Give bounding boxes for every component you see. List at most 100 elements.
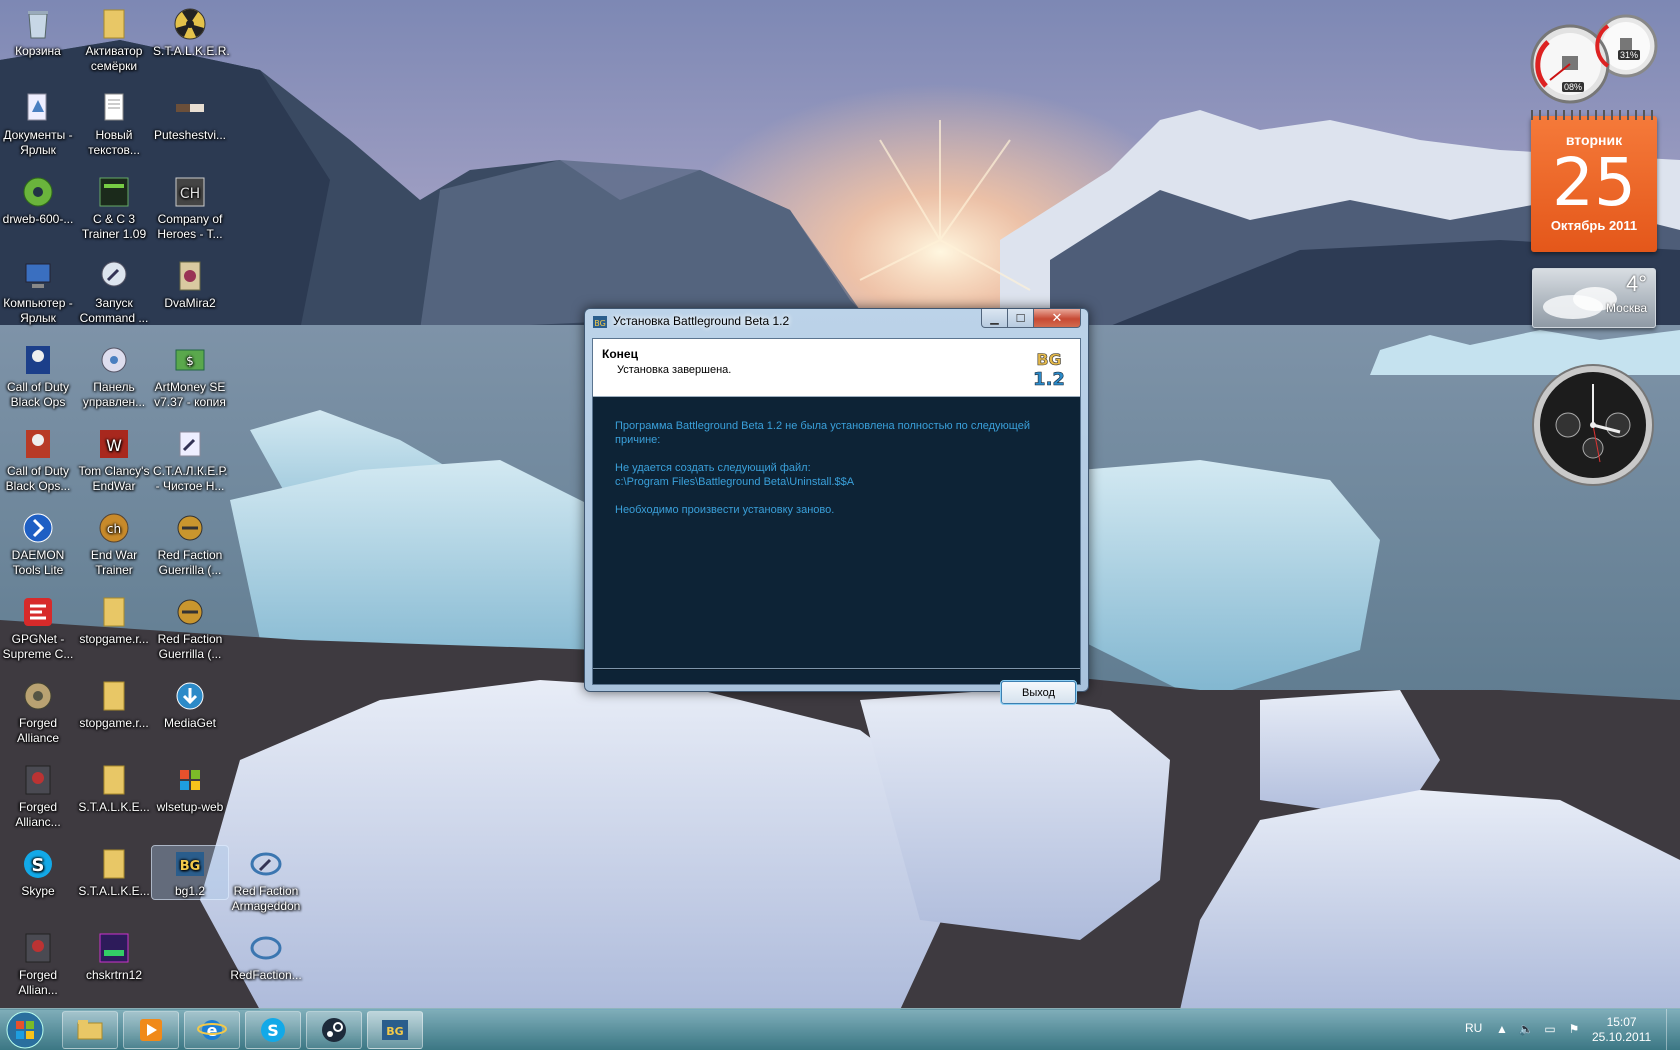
desktop-icon-documents[interactable]: Документы - Ярлык	[0, 90, 76, 158]
desktop-icon-red-faction-guerrilla-2[interactable]: Red Faction Guerrilla (...	[152, 594, 228, 662]
desktop-icon-label: Запуск Command ...	[79, 296, 149, 325]
desktop-icon-stopgame-1[interactable]: stopgame.r...	[76, 594, 152, 647]
trainer-icon: ch	[96, 510, 132, 546]
system-tray: ▲ 🔈 ▭ ⚑	[1494, 1021, 1582, 1050]
clock-time: 15:07	[1606, 1015, 1637, 1029]
forged-alliance-icon	[20, 678, 56, 714]
desktop-icon-endwar[interactable]: W Tom Clancy's EndWar	[76, 426, 152, 494]
desktop-icon-label: drweb-600-...	[2, 212, 74, 226]
desktop-icon-mediaget[interactable]: MediaGet	[152, 678, 228, 731]
desktop-icon-dvamira[interactable]: DvaMira2	[152, 258, 228, 311]
taskbar-internet-explorer[interactable]: e	[184, 1011, 240, 1049]
desktop-icon-forged-alliance[interactable]: Forged Alliance	[0, 678, 76, 746]
desktop-icon-red-faction-guerrilla[interactable]: Red Faction Guerrilla (...	[152, 510, 228, 578]
desktop-icon-new-text[interactable]: Новый текстов...	[76, 90, 152, 158]
taskbar-skype[interactable]: S	[245, 1011, 301, 1049]
taskbar-bg-installer[interactable]: BG	[367, 1011, 423, 1049]
desktop-icon-label: Company of Heroes - T...	[157, 212, 223, 241]
desktop-icon-label: S.T.A.L.K.E...	[78, 884, 150, 898]
dialog-titlebar[interactable]: BG Установка Battleground Beta 1.2 ▁ ☐ ✕	[585, 309, 1088, 335]
desktop-icon-recycle-bin[interactable]: Корзина	[0, 6, 76, 59]
red-faction-icon	[248, 846, 284, 882]
exit-button[interactable]: Выход	[1000, 680, 1077, 705]
skype-icon: S	[261, 1018, 285, 1042]
desktop-icon-stopgame-2[interactable]: stopgame.r...	[76, 678, 152, 731]
show-desktop-button[interactable]	[1666, 1009, 1680, 1050]
volume-icon[interactable]: 🔈	[1518, 1021, 1534, 1037]
desktop-icon-label: Tom Clancy's EndWar	[78, 464, 150, 493]
desktop-icon-skype[interactable]: S Skype	[0, 846, 76, 899]
desktop-icon-company-of-heroes[interactable]: CH Company of Heroes - T...	[152, 174, 228, 242]
drweb-spider-icon	[20, 174, 56, 210]
desktop-icon-label: ArtMoney SE v7.37 - копия	[154, 380, 226, 409]
taskbar-steam[interactable]	[306, 1011, 362, 1049]
desktop-icon-stalker-folder-2[interactable]: S.T.A.L.K.E...	[76, 846, 152, 899]
installer-dialog[interactable]: BG Установка Battleground Beta 1.2 ▁ ☐ ✕…	[584, 308, 1089, 705]
forged-alliance-icon	[20, 762, 56, 798]
desktop-icon-endwar-trainer[interactable]: ch End War Trainer	[76, 510, 152, 578]
dialog-header: Конец Установка завершена. BG 1.2	[593, 339, 1080, 397]
calendar-gadget[interactable]: вторник 25 Октябрь 2011	[1531, 110, 1657, 252]
svg-text:S: S	[267, 1021, 279, 1040]
game-icon	[172, 258, 208, 294]
desktop-icon-cod-black-ops[interactable]: Call of Duty Black Ops	[0, 342, 76, 410]
svg-text:CH: CH	[180, 186, 200, 202]
weather-temperature: 4°	[1625, 271, 1647, 296]
language-indicator[interactable]: RU	[1465, 1021, 1482, 1050]
desktop-icon-redfaction[interactable]: RedFaction...	[228, 930, 304, 983]
desktop-icon-bg12[interactable]: BG bg1.2	[151, 845, 229, 900]
desktop-icon-wlsetup[interactable]: wlsetup-web	[152, 762, 228, 815]
desktop-icon-artmoney[interactable]: $ ArtMoney SE v7.37 - копия	[152, 342, 228, 410]
dialog-message: Программа Battleground Beta 1.2 не была …	[615, 419, 1055, 531]
desktop-icon-cod-black-ops-2[interactable]: Call of Duty Black Ops...	[0, 426, 76, 494]
desktop-icon-computer[interactable]: Компьютер - Ярлык	[0, 258, 76, 326]
ram-percent: 31%	[1618, 50, 1641, 60]
header-title: Конец	[602, 347, 638, 361]
folder-icon	[77, 1020, 103, 1040]
cpu-percent: 08%	[1562, 82, 1585, 92]
maximize-button[interactable]: ☐	[1007, 309, 1034, 328]
desktop-icon-drweb[interactable]: drweb-600-...	[0, 174, 76, 227]
desktop-icon-label: Панель управлен...	[82, 380, 146, 409]
weather-gadget[interactable]: 4° Москва	[1532, 268, 1656, 328]
close-button[interactable]: ✕	[1033, 309, 1081, 328]
desktop-icon-activator[interactable]: Активатор семёрки	[76, 6, 152, 74]
message-reason: Программа Battleground Beta 1.2 не была …	[615, 420, 1030, 446]
media-player-icon	[140, 1019, 162, 1041]
desktop-icon-stalker-clear-sky[interactable]: С.Т.А.Л.К.Е.Р. - Чистое Н...	[152, 426, 228, 494]
action-center-flag-icon[interactable]: ⚑	[1566, 1021, 1582, 1037]
desktop-icon-forged-alliance-2[interactable]: Forged Allianc...	[0, 762, 76, 830]
desktop-icon-stalker[interactable]: S.T.A.L.K.E.R.	[152, 6, 230, 59]
desktop-icon-control-panel[interactable]: Панель управлен...	[76, 342, 152, 410]
cpu-meter-gadget[interactable]: 08% 31%	[1528, 8, 1678, 104]
minimize-button[interactable]: ▁	[981, 309, 1008, 328]
red-faction-icon	[172, 594, 208, 630]
desktop-icon-launch-command[interactable]: Запуск Command ...	[76, 258, 152, 326]
taskbar-clock[interactable]: 15:07 25.10.2011	[1592, 1015, 1651, 1050]
clock-gadget[interactable]	[1530, 362, 1656, 488]
calendar-day: 25	[1552, 144, 1636, 221]
desktop-icon-label: RedFaction...	[230, 968, 302, 982]
desktop-icon-stalker-folder-1[interactable]: S.T.A.L.K.E...	[76, 762, 152, 815]
taskbar-explorer[interactable]	[62, 1011, 118, 1049]
svg-text:BG: BG	[1036, 350, 1061, 369]
desktop-icon-daemon-tools[interactable]: DAEMON Tools Lite	[0, 510, 76, 578]
desktop-icon-label: Документы - Ярлык	[3, 128, 73, 157]
desktop-icon-gpgnet[interactable]: GPGNet - Supreme C...	[0, 594, 76, 662]
minimize-icon: ▁	[990, 312, 999, 325]
dialog-title: Установка Battleground Beta 1.2	[613, 314, 790, 328]
desktop-icon-forged-alliance-3[interactable]: Forged Allian...	[0, 930, 76, 998]
taskbar-media-player[interactable]	[123, 1011, 179, 1049]
folder-icon	[96, 594, 132, 630]
desktop-icon-label: Call of Duty Black Ops...	[5, 464, 71, 493]
desktop-icon-label: Red Faction Guerrilla (...	[157, 548, 223, 577]
close-icon: ✕	[1051, 310, 1063, 325]
desktop-icon-puteshestvie[interactable]: Puteshestvi...	[152, 90, 228, 143]
start-button[interactable]	[4, 1010, 46, 1050]
desktop-icon-chskrtrn12[interactable]: chskrtrn12	[76, 930, 152, 983]
show-hidden-icons-icon[interactable]: ▲	[1494, 1021, 1510, 1037]
desktop-icon-red-faction-armageddon[interactable]: Red Faction Armageddon	[228, 846, 304, 914]
network-icon[interactable]: ▭	[1542, 1021, 1558, 1037]
desktop-icon-label: С.Т.А.Л.К.Е.Р. - Чистое Н...	[153, 464, 228, 493]
desktop-icon-cnc3-trainer[interactable]: C & C 3 Trainer 1.09	[76, 174, 152, 242]
